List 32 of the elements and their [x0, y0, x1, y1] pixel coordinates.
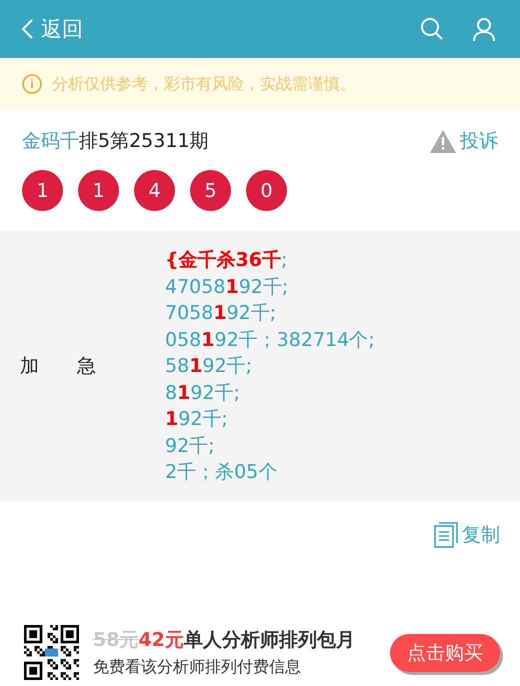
- issue-title: 排5第25311期: [79, 130, 209, 152]
- plan-label: 加 急: [20, 354, 97, 380]
- offer-description: 免费看该分析师排列付费信息: [93, 657, 302, 678]
- info-icon: [22, 74, 42, 94]
- lottery-ball: 5: [190, 170, 231, 211]
- plan-line: 92千;: [165, 434, 216, 458]
- copy-button[interactable]: 复制: [434, 522, 500, 548]
- plan-line: 8192千;: [165, 380, 241, 406]
- lottery-ball: 1: [78, 170, 119, 211]
- user-icon[interactable]: [472, 17, 496, 41]
- lottery-ball: 1: [22, 170, 63, 211]
- plan-line: 7058192千;: [165, 301, 278, 326]
- plan-line: 058192千；382714个;: [165, 328, 375, 352]
- complain-button[interactable]: 投诉: [430, 128, 498, 154]
- document-icon: [434, 522, 458, 548]
- plan-line: 192千;: [165, 407, 229, 432]
- search-icon[interactable]: [420, 17, 444, 41]
- warning-icon: [430, 130, 456, 152]
- qr-code-icon: [24, 625, 79, 680]
- offer-name: 单人分析师排列包月: [184, 628, 355, 653]
- plan-line: {金千杀36千;: [165, 248, 288, 273]
- plan-line: 2千；杀05个: [165, 460, 278, 485]
- plan-line: 58192千;: [165, 354, 253, 379]
- lottery-ball: 4: [134, 170, 175, 211]
- back-button[interactable]: 返回: [22, 15, 83, 43]
- back-icon: [22, 19, 33, 39]
- offer-price: 42元: [138, 628, 184, 653]
- author-link[interactable]: 金码千: [22, 130, 79, 152]
- notice-text: 分析仅供参考，彩市有风险，实战需谨慎。: [52, 74, 356, 94]
- lottery-ball: 0: [246, 170, 287, 211]
- plan-line: 47058192千;: [165, 274, 290, 300]
- buy-button[interactable]: 点击购买: [390, 634, 500, 672]
